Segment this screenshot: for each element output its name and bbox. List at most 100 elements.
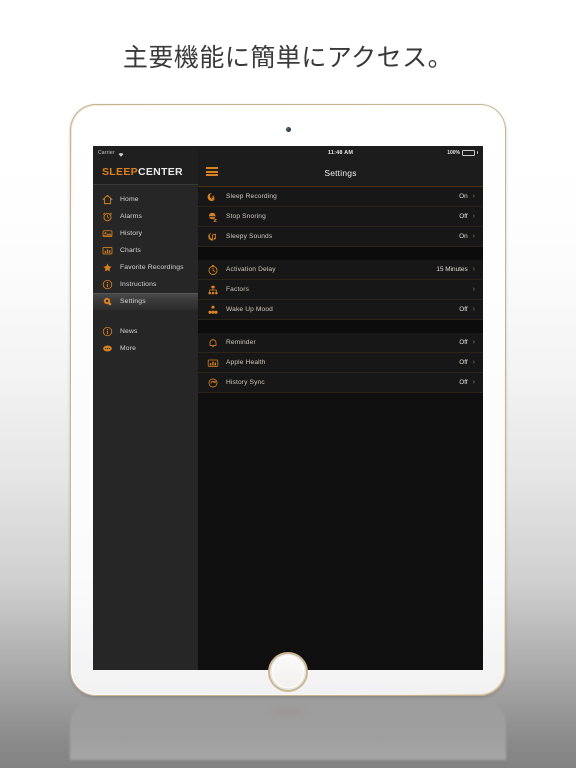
sidebar-item-more[interactable]: More — [93, 340, 198, 357]
sidebar-nav: Home Alarms History Charts Favorite Reco… — [93, 185, 198, 357]
logo-center-text: CENTER — [137, 165, 183, 178]
info-circle-icon — [102, 279, 113, 290]
settings-group-separator — [198, 247, 483, 260]
settings-row-apple-health[interactable]: Apple Health Off › — [198, 353, 483, 373]
settings-row-value: Off — [459, 339, 468, 346]
battery-percent-label: 100% — [447, 149, 460, 156]
sidebar-item-instructions[interactable]: Instructions — [93, 276, 198, 293]
snoring-zzz-icon — [207, 211, 219, 223]
home-button[interactable] — [268, 652, 308, 692]
sidebar-item-alarms[interactable]: Alarms — [93, 208, 198, 225]
page-title: Settings — [324, 167, 357, 178]
carrier-label: Carrier — [98, 149, 115, 156]
chevron-right-icon: › — [472, 286, 475, 293]
sidebar-item-label: Favorite Recordings — [120, 264, 184, 271]
settings-group: Sleep Recording On › Stop Snoring Off › — [198, 187, 483, 247]
front-camera-icon — [286, 127, 291, 132]
bell-icon — [207, 337, 219, 349]
device-reflection-highlight — [268, 706, 308, 718]
mood-dots-icon — [207, 304, 219, 316]
sidebar-divider — [93, 310, 198, 323]
sidebar-status-bar: Carrier — [93, 146, 198, 159]
sidebar-item-favorite-recordings[interactable]: Favorite Recordings — [93, 259, 198, 276]
settings-row-label: Sleep Recording — [226, 193, 278, 200]
settings-row-label: Activation Delay — [226, 266, 276, 273]
sidebar-item-settings[interactable]: Settings — [93, 293, 198, 310]
settings-row-reminder[interactable]: Reminder Off › — [198, 333, 483, 353]
sidebar-item-news[interactable]: News — [93, 323, 198, 340]
settings-row-sleep-recording[interactable]: Sleep Recording On › — [198, 187, 483, 207]
settings-row-sleepy-sounds[interactable]: Sleepy Sounds On › — [198, 227, 483, 247]
settings-row-label: Sleepy Sounds — [226, 233, 273, 240]
music-note-icon — [207, 231, 219, 243]
settings-row-value: On — [459, 193, 468, 200]
settings-row-wake-up-mood[interactable]: Wake Up Mood Off › — [198, 300, 483, 320]
star-icon — [102, 262, 113, 273]
settings-row-activation-delay[interactable]: Activation Delay 15 Minutes › — [198, 260, 483, 280]
logo-sleep-text: SLEEP — [102, 165, 138, 178]
stopwatch-icon — [207, 264, 219, 276]
sidebar-item-label: Home — [120, 196, 139, 203]
battery-indicator: 100% — [447, 149, 478, 156]
chevron-right-icon: › — [472, 233, 475, 240]
hamburger-menu-icon[interactable] — [206, 167, 218, 176]
sync-cloud-icon — [207, 377, 219, 389]
settings-row-value: 15 Minutes — [436, 266, 468, 273]
chevron-right-icon: › — [472, 193, 475, 200]
alarm-clock-icon — [102, 211, 113, 222]
settings-group: Reminder Off › Apple Health Off › Histor… — [198, 333, 483, 393]
sidebar-item-charts[interactable]: Charts — [93, 242, 198, 259]
battery-full-icon — [462, 149, 475, 156]
wifi-icon — [118, 146, 124, 162]
bed-icon — [102, 228, 113, 239]
settings-row-value: Off — [459, 379, 468, 386]
health-chart-icon — [207, 357, 219, 369]
settings-row-value: Off — [459, 306, 468, 313]
settings-row-label: History Sync — [226, 379, 265, 386]
settings-row-label: Apple Health — [226, 359, 266, 366]
settings-group-separator — [198, 320, 483, 333]
sidebar-item-label: Charts — [120, 247, 141, 254]
settings-row-factors[interactable]: Factors › — [198, 280, 483, 300]
settings-row-value: Off — [459, 359, 468, 366]
sidebar-item-label: Alarms — [120, 213, 143, 220]
settings-group: Activation Delay 15 Minutes › Factors › — [198, 260, 483, 320]
navigation-bar: Settings — [198, 159, 483, 187]
sidebar-item-home[interactable]: Home — [93, 191, 198, 208]
ellipsis-icon — [102, 343, 113, 354]
chevron-right-icon: › — [472, 379, 475, 386]
moon-record-icon — [207, 191, 219, 203]
sidebar-item-label: History — [120, 230, 143, 237]
ipad-device-frame: Carrier SLEEP CENTER Home Alarms History… — [70, 104, 506, 696]
settings-row-label: Wake Up Mood — [226, 306, 273, 313]
status-bar: 11:48 AM 100% — [198, 146, 483, 159]
sidebar-item-label: Instructions — [120, 281, 157, 288]
device-screen: Carrier SLEEP CENTER Home Alarms History… — [93, 146, 483, 670]
chevron-right-icon: › — [472, 213, 475, 220]
chevron-right-icon: › — [472, 266, 475, 273]
factors-network-icon — [207, 284, 219, 296]
main-pane: 11:48 AM 100% Settings Sleep Recording O… — [198, 146, 483, 670]
chevron-right-icon: › — [472, 359, 475, 366]
settings-list: Sleep Recording On › Stop Snoring Off › — [198, 187, 483, 393]
settings-row-history-sync[interactable]: History Sync Off › — [198, 373, 483, 393]
chevron-right-icon: › — [472, 306, 475, 313]
info-circle-icon — [102, 326, 113, 337]
settings-row-value: On — [459, 233, 468, 240]
sidebar-item-history[interactable]: History — [93, 225, 198, 242]
settings-row-label: Reminder — [226, 339, 256, 346]
bar-chart-icon — [102, 245, 113, 256]
app-logo: SLEEP CENTER — [93, 159, 198, 185]
sidebar-item-label: News — [120, 328, 138, 335]
home-icon — [102, 194, 113, 205]
sidebar-item-label: Settings — [120, 298, 146, 305]
sidebar: Carrier SLEEP CENTER Home Alarms History… — [93, 146, 198, 670]
gear-icon — [102, 296, 113, 307]
battery-cap — [477, 151, 478, 154]
sidebar-item-label: More — [120, 345, 137, 352]
chevron-right-icon: › — [472, 339, 475, 346]
settings-row-label: Factors — [226, 286, 250, 293]
page-headline: 主要機能に簡単にアクセス。 — [122, 43, 454, 72]
settings-row-label: Stop Snoring — [226, 213, 266, 220]
settings-row-stop-snoring[interactable]: Stop Snoring Off › — [198, 207, 483, 227]
